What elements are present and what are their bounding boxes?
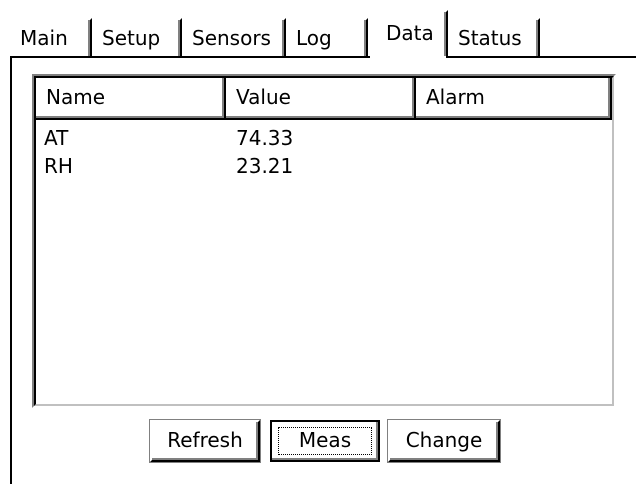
panel-left-border <box>10 56 12 484</box>
row-name: AT <box>44 126 69 150</box>
list-item[interactable]: RH 23.21 <box>36 152 612 180</box>
meas-button[interactable]: Meas <box>270 420 380 462</box>
list-item[interactable]: AT 74.33 <box>36 124 612 152</box>
refresh-button[interactable]: Refresh <box>150 420 260 462</box>
change-button[interactable]: Change <box>388 420 500 462</box>
refresh-button-label: Refresh <box>167 428 243 452</box>
column-header-value[interactable]: Value <box>226 78 416 120</box>
row-value: 23.21 <box>236 154 294 178</box>
row-name: RH <box>44 154 73 178</box>
column-header-alarm[interactable]: Alarm <box>416 78 612 120</box>
tab-sensors[interactable]: Sensors <box>182 18 286 56</box>
tab-panel-border <box>10 56 636 58</box>
data-list-inner: Name Value Alarm AT 74.33 RH 23.21 <box>34 76 614 406</box>
active-tab-gap <box>370 56 446 58</box>
tab-status[interactable]: Status <box>448 18 540 56</box>
data-list-view[interactable]: Name Value Alarm AT 74.33 RH 23.21 <box>32 74 616 408</box>
tab-main[interactable]: Main <box>10 18 92 56</box>
tab-data[interactable]: Data <box>368 10 448 58</box>
tab-setup[interactable]: Setup <box>92 18 182 56</box>
tab-log[interactable]: Log <box>286 18 368 56</box>
row-value: 74.33 <box>236 126 294 150</box>
column-header-name[interactable]: Name <box>36 78 226 120</box>
change-button-label: Change <box>405 428 483 452</box>
meas-button-label: Meas <box>298 428 352 452</box>
data-panel-window: Main Setup Sensors Log Data Status Name … <box>0 0 636 484</box>
